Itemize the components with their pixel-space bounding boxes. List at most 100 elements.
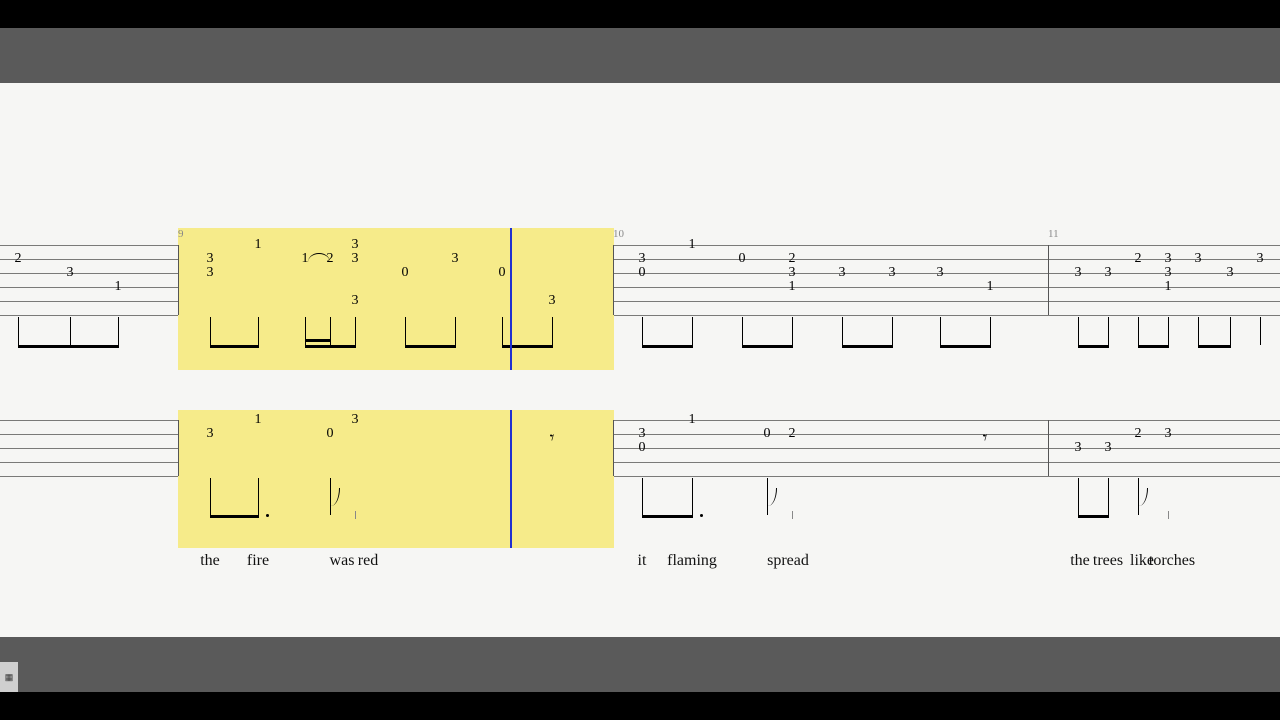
app-footer-bar <box>0 637 1280 692</box>
fret-number[interactable]: 0 <box>736 252 749 266</box>
lyric-syllable: was <box>330 552 355 570</box>
fret-number[interactable]: 3 <box>934 266 947 280</box>
fret-number[interactable]: 3 <box>1162 427 1175 441</box>
playback-highlight-staff2 <box>178 410 614 548</box>
beam <box>1078 515 1109 518</box>
fret-number[interactable]: 3 <box>64 266 77 280</box>
note-stem <box>1108 478 1109 515</box>
playhead-staff2[interactable] <box>510 410 512 548</box>
lyric-syllable: red <box>358 552 378 570</box>
fret-number[interactable]: 2 <box>12 252 25 266</box>
measure-number: 9 <box>178 228 184 240</box>
beam <box>1138 345 1169 348</box>
fret-number[interactable]: 3 <box>1102 441 1115 455</box>
fret-number[interactable]: 3 <box>349 294 362 308</box>
barline <box>178 245 179 315</box>
panel-toggle-button[interactable]: ▦ <box>0 662 18 692</box>
lyric-syllable: flaming <box>667 552 717 570</box>
fret-number[interactable]: 3 <box>349 238 362 252</box>
barline <box>178 420 179 476</box>
dot <box>266 514 269 517</box>
fret-number[interactable]: 2 <box>786 252 799 266</box>
tab-editor-viewport: 9 10 11 23133112333030330102313331332331… <box>0 0 1280 720</box>
fret-number[interactable]: 1 <box>112 280 125 294</box>
fret-number[interactable]: 2 <box>1132 252 1145 266</box>
app-header-bar <box>0 28 1280 83</box>
note-stem <box>210 478 211 515</box>
fret-number[interactable]: 3 <box>836 266 849 280</box>
fret-number[interactable]: 3 <box>349 413 362 427</box>
fret-number[interactable]: 3 <box>349 252 362 266</box>
lyric-syllable: spread <box>767 552 809 570</box>
fret-number[interactable]: 1 <box>686 413 699 427</box>
note-stem <box>642 317 643 345</box>
fret-number[interactable]: 0 <box>324 427 337 441</box>
fret-number[interactable]: 3 <box>1072 266 1085 280</box>
measure-number: 11 <box>1048 228 1059 240</box>
fret-number[interactable]: 3 <box>1072 441 1085 455</box>
barline <box>1048 420 1049 476</box>
fret-number[interactable]: 3 <box>1102 266 1115 280</box>
fret-number[interactable]: 3 <box>636 252 649 266</box>
fret-number[interactable]: 3 <box>1162 252 1175 266</box>
note-stem <box>1108 317 1109 345</box>
fret-number[interactable]: 0 <box>636 266 649 280</box>
lyric-syllable: fire <box>247 552 269 570</box>
fret-number[interactable]: 2 <box>786 427 799 441</box>
letterbox-bottom <box>0 692 1280 720</box>
beam <box>210 515 259 518</box>
playhead-staff1[interactable] <box>510 228 512 370</box>
beam <box>940 345 991 348</box>
beam <box>70 345 119 348</box>
flag-icon <box>768 488 777 506</box>
note-stem <box>455 317 456 345</box>
fret-number[interactable]: 0 <box>496 266 509 280</box>
lyric-syllable: the <box>200 552 220 570</box>
beam <box>18 345 71 348</box>
fret-number[interactable]: 3 <box>1162 266 1175 280</box>
fret-number[interactable]: 1 <box>984 280 997 294</box>
eighth-rest-icon: 𝄾 <box>550 428 555 449</box>
fret-number[interactable]: 2 <box>1132 427 1145 441</box>
note-stem <box>70 317 71 345</box>
beam <box>842 345 893 348</box>
fret-number[interactable]: 3 <box>1254 252 1267 266</box>
fret-number[interactable]: 3 <box>546 294 559 308</box>
fret-number[interactable]: 0 <box>636 441 649 455</box>
fret-number[interactable]: 3 <box>204 252 217 266</box>
fret-number[interactable]: 3 <box>1192 252 1205 266</box>
lyric-syllable: trees <box>1093 552 1123 570</box>
fret-number[interactable]: 1 <box>1162 280 1175 294</box>
fret-number[interactable]: 1 <box>786 280 799 294</box>
note-stem <box>742 317 743 345</box>
note-stem <box>210 317 211 345</box>
fret-number[interactable]: 3 <box>204 266 217 280</box>
beam <box>1198 345 1231 348</box>
fret-number[interactable]: 3 <box>636 427 649 441</box>
fret-number[interactable]: 0 <box>761 427 774 441</box>
note-stem <box>642 478 643 515</box>
fret-number[interactable]: 3 <box>449 252 462 266</box>
flag-icon <box>1139 488 1148 506</box>
tick <box>792 511 793 519</box>
beam <box>642 515 693 518</box>
note-stem <box>892 317 893 345</box>
lyric-syllable: the <box>1070 552 1090 570</box>
fret-number[interactable]: 1 <box>252 238 265 252</box>
fret-number[interactable]: 3 <box>204 427 217 441</box>
dot <box>700 514 703 517</box>
fret-number[interactable]: 0 <box>399 266 412 280</box>
note-stem <box>355 317 356 345</box>
letterbox-top <box>0 0 1280 28</box>
fret-number[interactable]: 1 <box>686 238 699 252</box>
beam <box>305 345 356 348</box>
measure-number: 10 <box>613 228 624 240</box>
beam <box>742 345 793 348</box>
fret-number[interactable]: 3 <box>786 266 799 280</box>
lyric-syllable: torches <box>1149 552 1195 570</box>
fret-number[interactable]: 1 <box>252 413 265 427</box>
beam <box>305 339 331 342</box>
note-stem <box>258 478 259 515</box>
fret-number[interactable]: 3 <box>886 266 899 280</box>
fret-number[interactable]: 3 <box>1224 266 1237 280</box>
